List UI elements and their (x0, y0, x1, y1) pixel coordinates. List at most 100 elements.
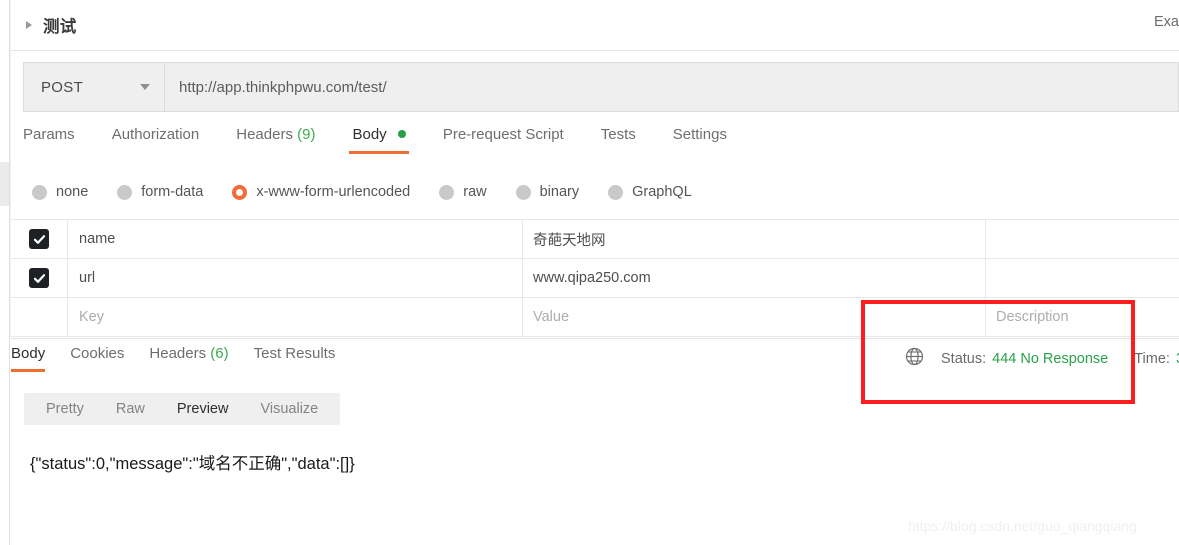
radio-x-www-form-urlencoded[interactable]: x-www-form-urlencoded (232, 184, 410, 200)
url-bar: POST http://app.thinkphpwu.com/test/ (23, 62, 1179, 112)
tab-headers[interactable]: Headers (9) (236, 126, 315, 154)
row-value-text: www.qipa250.com (533, 270, 651, 286)
response-status-bar: Status: 444 No Response Time: 3 (905, 347, 1179, 371)
radio-graphql-mark-icon (608, 184, 624, 200)
view-mode-visualize[interactable]: Visualize (244, 401, 334, 417)
response-tab-body[interactable]: Body (11, 345, 46, 372)
tab-headers-count: (9) (297, 126, 316, 143)
view-mode-preview[interactable]: Preview (161, 401, 245, 417)
view-mode-raw[interactable]: Raw (100, 401, 161, 417)
radio-binary[interactable]: binary (515, 184, 580, 200)
examples-link[interactable]: Exa (1154, 14, 1179, 30)
triangle-right-icon[interactable] (26, 21, 32, 29)
row-key-cell[interactable]: url (68, 259, 523, 297)
row-description-cell[interactable] (986, 259, 1179, 297)
globe-icon (905, 347, 924, 371)
row-description-cell[interactable]: Description (986, 298, 1179, 336)
row-value-cell[interactable]: www.qipa250.com (523, 259, 986, 297)
radio-none[interactable]: none (32, 184, 88, 200)
table-row: name 奇葩天地网 (11, 220, 1179, 259)
radio-graphql[interactable]: GraphQL (608, 184, 692, 200)
tab-params[interactable]: Params (23, 126, 75, 154)
request-tabs: Params Authorization Headers (9) Body Pr… (23, 126, 764, 168)
table-row: url www.qipa250.com (11, 259, 1179, 298)
view-mode-visualize-label: Visualize (260, 401, 319, 417)
response-tab-headers-count: (6) (210, 345, 229, 362)
tab-body[interactable]: Body (349, 126, 410, 154)
description-placeholder: Description (996, 309, 1069, 325)
response-tab-body-label: Body (11, 345, 46, 362)
row-key-cell[interactable]: name (68, 220, 523, 258)
row-key-cell[interactable]: Key (68, 298, 523, 336)
tab-settings-label: Settings (672, 126, 727, 143)
response-body-text: {"status":0,"message":"域名不正确","data":[]} (30, 455, 355, 473)
radio-none-mark-icon (32, 184, 47, 200)
row-key-text: url (79, 270, 96, 286)
row-checkbox-cell[interactable] (11, 298, 68, 336)
body-modified-dot-icon (397, 130, 406, 138)
form-data-table: name 奇葩天地网 url www.qipa250.com Key Value… (11, 219, 1179, 337)
http-method-select[interactable]: POST (24, 63, 165, 111)
watermark-text: https://blog.csdn.net/guo_qiangqiang (908, 518, 1137, 534)
table-row-empty: Key Value Description (11, 298, 1179, 337)
response-tab-headers[interactable]: Headers (6) (149, 345, 228, 372)
response-tab-test-results[interactable]: Test Results (254, 345, 336, 372)
tab-tests-label: Tests (600, 126, 636, 143)
radio-form-data[interactable]: form-data (117, 184, 203, 200)
view-mode-preview-label: Preview (176, 401, 229, 417)
tab-tests[interactable]: Tests (601, 126, 636, 154)
url-text: http://app.thinkphpwu.com/test/ (179, 78, 387, 96)
postman-request-response-view: 测试 Exa POST http://app.thinkphpwu.com/te… (0, 0, 1179, 545)
checkbox-checked-icon[interactable] (29, 229, 49, 249)
response-tab-test-results-label: Test Results (253, 345, 336, 362)
radio-x-www-form-urlencoded-label: x-www-form-urlencoded (256, 184, 411, 200)
tab-settings[interactable]: Settings (673, 126, 727, 154)
row-value-cell[interactable]: 奇葩天地网 (523, 220, 986, 258)
radio-raw-mark-icon (439, 184, 455, 200)
row-key-text: name (79, 231, 116, 247)
response-tab-cookies[interactable]: Cookies (70, 345, 124, 372)
response-tabs: Body Cookies Headers (6) Test Results (11, 345, 360, 377)
radio-form-data-label: form-data (141, 184, 204, 200)
row-checkbox-cell[interactable] (11, 220, 68, 258)
row-checkbox-cell[interactable] (11, 259, 68, 297)
body-type-radio-group: none form-data x-www-form-urlencoded raw… (32, 180, 721, 204)
view-mode-pretty-label: Pretty (46, 401, 84, 417)
row-value-text: 奇葩天地网 (533, 232, 606, 249)
radio-binary-mark-icon (515, 184, 531, 200)
view-mode-pretty[interactable]: Pretty (30, 401, 100, 417)
radio-raw-label: raw (463, 184, 487, 200)
tab-authorization[interactable]: Authorization (112, 126, 200, 154)
response-divider (11, 338, 1179, 339)
tab-headers-label: Headers (236, 126, 293, 143)
radio-raw[interactable]: raw (439, 184, 487, 200)
value-placeholder: Value (533, 309, 570, 325)
tab-params-label: Params (23, 126, 75, 143)
row-description-cell[interactable] (986, 220, 1179, 258)
radio-x-www-form-urlencoded-mark-icon (232, 184, 248, 200)
radio-binary-label: binary (539, 184, 580, 200)
tab-authorization-label: Authorization (111, 126, 200, 143)
radio-none-label: none (56, 184, 89, 200)
row-value-cell[interactable]: Value (523, 298, 986, 336)
radio-form-data-mark-icon (117, 184, 133, 200)
request-title: 测试 (43, 18, 77, 36)
checkbox-checked-icon[interactable] (29, 268, 49, 288)
tab-pre-request-script-label: Pre-request Script (442, 126, 564, 143)
view-mode-raw-label: Raw (115, 401, 145, 417)
sidebar-drag-handle[interactable] (0, 162, 9, 206)
chevron-down-icon (140, 84, 150, 90)
status-label: Status: (941, 351, 987, 367)
response-tab-headers-label: Headers (149, 345, 207, 362)
tab-body-label: Body (352, 126, 387, 143)
url-input[interactable]: http://app.thinkphpwu.com/test/ (165, 63, 1178, 111)
radio-graphql-label: GraphQL (632, 184, 692, 200)
key-placeholder: Key (79, 309, 104, 325)
status-value[interactable]: 444 No Response (992, 351, 1108, 367)
tab-pre-request-script[interactable]: Pre-request Script (443, 126, 564, 154)
request-title-bar: 测试 Exa (11, 0, 1179, 51)
http-method-label: POST (41, 78, 84, 96)
time-label: Time: (1134, 351, 1170, 367)
response-tab-cookies-label: Cookies (70, 345, 125, 362)
response-view-mode-group: Pretty Raw Preview Visualize (24, 393, 341, 425)
